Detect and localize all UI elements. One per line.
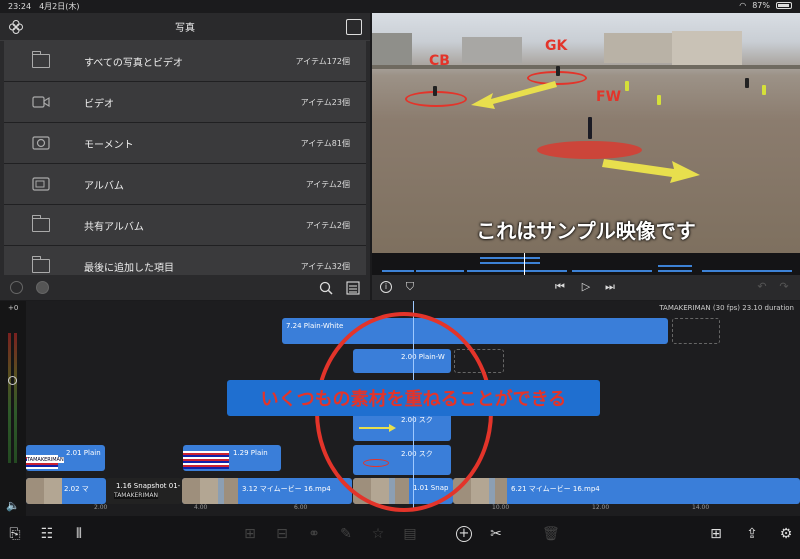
photos-item-recent[interactable]: 最後に追加した項目 アイテム32個	[4, 246, 366, 275]
photos-item-count: アイテム172個	[295, 56, 350, 66]
import-icon[interactable]	[346, 19, 362, 35]
arrow-right-icon	[602, 159, 700, 183]
title-thumb-text: TAMAKERIMAN	[27, 457, 64, 463]
audio-waveform-icon[interactable]: ⦀	[71, 526, 87, 542]
ruler-tick: 12.00	[592, 504, 610, 511]
photos-item-label: ビデオ	[84, 98, 114, 110]
photos-item-video[interactable]: ビデオ アイテム23個	[4, 82, 366, 123]
video-frame: GK CB FW これはサンプル映像です	[372, 13, 800, 253]
photos-item-all[interactable]: すべての写真とビデオ アイテム172個	[4, 41, 366, 82]
clip-label: 1.16 Snapshot 01-	[116, 482, 181, 490]
ruler-tick: 14.00	[692, 504, 710, 511]
video-caption: これはサンプル映像です	[476, 219, 696, 243]
label-cb: CB	[429, 53, 450, 69]
ruler-tick: 2.00	[94, 504, 108, 511]
import-media-icon[interactable]: ⎘	[7, 526, 23, 542]
add-icon[interactable]: +	[456, 526, 472, 542]
gear-icon[interactable]: ⚙	[778, 526, 794, 542]
ruler-tick: 6.00	[294, 504, 308, 511]
annotation-text: いくつもの素材を重ねることができる	[227, 380, 600, 416]
battery-percent: 87%	[752, 1, 770, 10]
battery-icon	[776, 2, 792, 9]
info-icon[interactable]: i	[380, 281, 392, 293]
scissors-icon[interactable]: ✂	[488, 526, 504, 542]
bottom-toolbar: ⎘ ☷ ⦀ ⊞ ⊟ ⚭ ✎ ☆ ▤ + ✂ 🗑 ⊞ ⇪ ⚙	[0, 516, 800, 559]
meter-label: +0	[8, 304, 19, 312]
clip-label: 1.29 Plain	[233, 449, 268, 457]
clip-placeholder[interactable]	[672, 318, 720, 344]
layout-icon[interactable]: ⊞	[708, 526, 724, 542]
ruler-tick: 10.00	[492, 504, 510, 511]
clip-label: 7.24 Plain-White	[286, 322, 344, 330]
photos-browser: 写真 すべての写真とビデオ アイテム172個 ビデオ アイテム23個 モーメント…	[0, 13, 370, 275]
photos-item-count: アイテム2個	[305, 179, 350, 189]
photos-header: 写真	[0, 13, 370, 41]
label-gk: GK	[545, 38, 568, 54]
photos-toolbar	[0, 275, 370, 300]
favorite-icon[interactable]: ☆	[370, 526, 386, 542]
folder-icon	[32, 256, 50, 273]
clip-label: 3.12 マイムービー 16.mp4	[242, 485, 331, 493]
photos-item-label: モーメント	[84, 139, 134, 151]
clip-plain-1[interactable]: 2.01 Plain TAMAKERIMAN	[26, 445, 105, 471]
play-icon[interactable]: ▷	[580, 281, 592, 293]
skip-back-icon[interactable]: ⏮	[554, 281, 566, 293]
redo-icon[interactable]: ↷	[778, 281, 790, 293]
label-fw: FW	[596, 89, 622, 105]
audio-meter: +0	[0, 301, 26, 516]
arrow-left-icon	[471, 81, 557, 109]
list-options-icon[interactable]	[346, 281, 360, 295]
wifi-icon: ◠	[739, 1, 747, 10]
photos-item-albums[interactable]: アルバム アイテム2個	[4, 164, 366, 205]
folder-icon	[32, 215, 50, 232]
status-date: 4月2日(木)	[39, 2, 80, 11]
photos-item-label: 共有アルバム	[84, 221, 144, 233]
link-icon[interactable]: ⚭	[306, 526, 322, 542]
photos-title: 写真	[175, 23, 195, 34]
folder-icon	[32, 51, 50, 68]
clip-snap-title: TAMAKERIMAN	[114, 492, 159, 499]
photos-item-label: すべての写真とビデオ	[84, 57, 183, 69]
album-icon	[32, 177, 50, 191]
undo-icon[interactable]: ↶	[756, 281, 768, 293]
photos-item-count: アイテム32個	[300, 261, 350, 271]
clip-plain-2[interactable]: 1.29 Plain	[183, 445, 281, 471]
photos-item-shared[interactable]: 共有アルバム アイテム2個	[4, 205, 366, 246]
overwrite-icon[interactable]: ⊟	[274, 526, 290, 542]
marker-icon[interactable]: ⛉	[404, 281, 416, 293]
share-icon[interactable]: ⇪	[744, 526, 760, 542]
record-icon[interactable]	[36, 281, 49, 294]
insert-icon[interactable]: ⊞	[242, 526, 258, 542]
mini-timeline[interactable]	[372, 253, 800, 275]
project-info: TAMAKERIMAN (30 fps) 23.10 duration	[659, 304, 794, 312]
photos-item-count: アイテム2個	[305, 220, 350, 230]
clip-plain-white[interactable]: 7.24 Plain-White	[282, 318, 668, 344]
photos-item-label: アルバム	[84, 180, 124, 192]
pen-icon[interactable]: ✎	[338, 526, 354, 542]
skip-forward-icon[interactable]: ⏭	[604, 281, 616, 293]
check-circle-icon[interactable]	[10, 281, 23, 294]
ruler-tick: 4.00	[194, 504, 208, 511]
status-bar: 23:24 4月2日(木) ◠ 87%	[0, 0, 800, 13]
video-icon	[32, 96, 50, 108]
speaker-icon[interactable]: 🔈	[6, 499, 20, 512]
clip-label: 6.21 マイムービー 16.mp4	[511, 485, 600, 493]
search-icon[interactable]	[319, 281, 333, 295]
clip-label: 2.02 マ	[64, 485, 89, 493]
trash-icon[interactable]: 🗑	[542, 526, 560, 542]
inspector-icon[interactable]: ☷	[39, 526, 55, 542]
photos-item-moments[interactable]: モーメント アイテム81個	[4, 123, 366, 164]
photos-item-count: アイテム81個	[300, 138, 350, 148]
meter-knob-icon[interactable]	[8, 376, 17, 385]
clipboard-icon[interactable]: ▤	[402, 526, 418, 542]
photos-item-count: アイテム23個	[300, 97, 350, 107]
playback-controls: i ⛉ ⏮ ▷ ⏭ ↶ ↷	[372, 275, 800, 300]
video-preview[interactable]: GK CB FW これはサンプル映像です	[372, 13, 800, 253]
status-time: 23:24	[8, 2, 32, 11]
photos-item-label: 最後に追加した項目	[84, 262, 174, 274]
photos-flower-icon[interactable]	[8, 19, 24, 35]
photos-list: すべての写真とビデオ アイテム172個 ビデオ アイテム23個 モーメント アイ…	[0, 41, 370, 275]
clip-label: 2.01 Plain	[66, 449, 101, 457]
moments-icon	[32, 136, 50, 150]
